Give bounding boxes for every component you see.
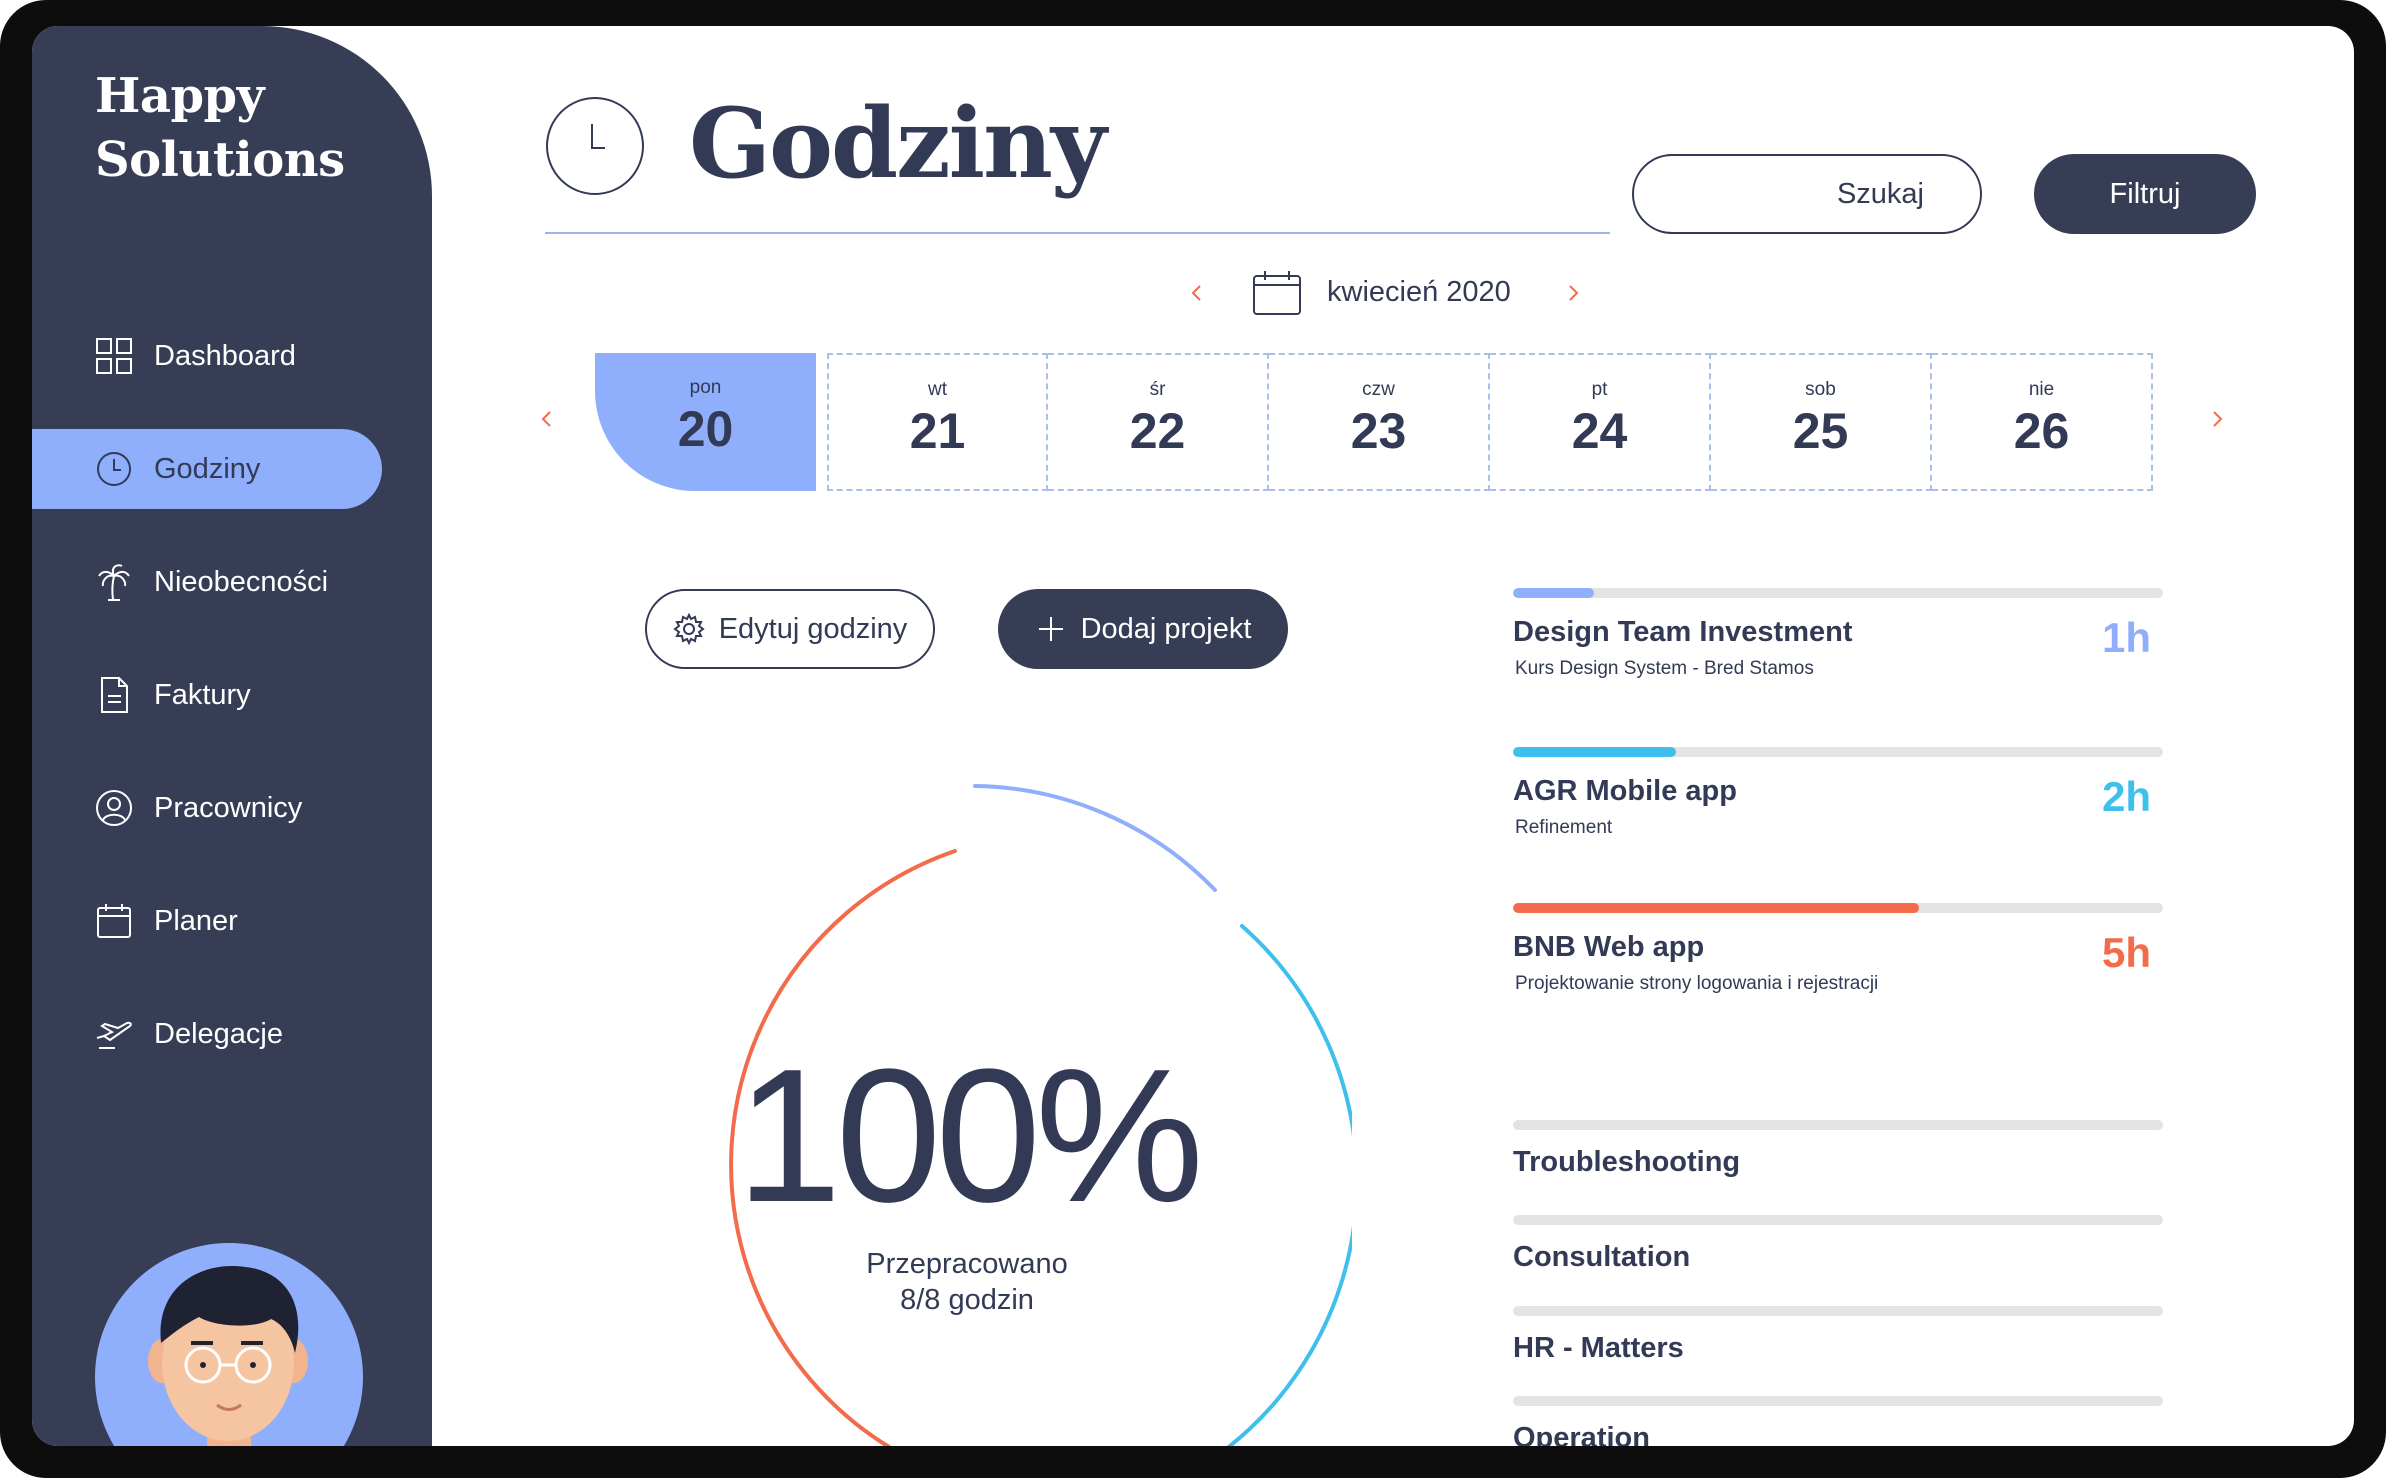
project-name: Design Team Investment xyxy=(1513,616,1853,648)
day-number: 20 xyxy=(677,401,734,457)
app-screen: Happy Solutions Dashboard Godziny Nieobe… xyxy=(32,26,2354,1446)
project-description: Refinement xyxy=(1515,817,1613,838)
day-name: śr xyxy=(1149,379,1166,400)
search-input[interactable]: Szukaj xyxy=(1632,154,1982,234)
device-frame: Happy Solutions Dashboard Godziny Nieobe… xyxy=(0,0,2386,1478)
document-icon xyxy=(94,675,134,715)
brand-logo[interactable]: Happy Solutions xyxy=(95,64,345,192)
task-name: Operation xyxy=(1513,1422,1650,1446)
sidebar-item-label: Delegacje xyxy=(154,1017,283,1050)
add-project-label: Dodaj projekt xyxy=(1080,612,1252,645)
worked-summary: Przepracowano 8/8 godzin xyxy=(772,1246,1162,1318)
project-hours: 1h xyxy=(2101,614,2151,661)
sidebar-item-pracownicy[interactable]: Pracownicy xyxy=(32,768,382,848)
clock-icon xyxy=(94,449,134,489)
gear-icon xyxy=(673,613,705,645)
day-name: wt xyxy=(928,379,947,400)
project-hours: 5h xyxy=(2101,929,2151,976)
day-name: sob xyxy=(1805,379,1836,400)
day-name: pt xyxy=(1591,379,1608,400)
sidebar-item-planer[interactable]: Planer xyxy=(32,881,382,961)
ring-segment-design xyxy=(973,784,1217,892)
day-number: 25 xyxy=(1792,403,1849,459)
add-project-button[interactable]: Dodaj projekt xyxy=(998,589,1288,669)
task-progress-track xyxy=(1513,1215,2163,1225)
project-progress-fill xyxy=(1513,588,1595,598)
palm-tree-icon xyxy=(94,562,134,602)
sidebar-item-nieobecnosci[interactable]: Nieobecności xyxy=(32,542,382,622)
project-name: BNB Web app xyxy=(1513,931,1705,963)
sidebar-item-faktury[interactable]: Faktury xyxy=(32,655,382,735)
brand-line-2: Solutions xyxy=(95,132,345,188)
edit-hours-button[interactable]: Edytuj godziny xyxy=(645,589,935,669)
brand-line-1: Happy xyxy=(95,68,264,124)
task-progress-track xyxy=(1513,1396,2163,1406)
airplane-icon xyxy=(94,1014,134,1054)
title-divider xyxy=(545,232,1610,234)
month-next-chevron-icon[interactable] xyxy=(1558,278,1588,308)
project-progress-track xyxy=(1513,903,2163,913)
sidebar-item-label: Pracownicy xyxy=(154,791,303,824)
month-label[interactable]: kwiecień 2020 xyxy=(1327,272,1511,312)
project-progress-track xyxy=(1513,747,2163,757)
week-prev-chevron-icon[interactable] xyxy=(532,404,562,434)
page-title: Godziny xyxy=(689,87,1107,200)
task-name: HR - Matters xyxy=(1513,1332,1684,1364)
calendar-icon xyxy=(94,901,134,941)
sidebar-item-label: Godziny xyxy=(154,452,261,485)
sidebar-item-label: Dashboard xyxy=(154,339,296,372)
filter-button[interactable]: Filtruj xyxy=(2034,154,2256,234)
project-progress-track xyxy=(1513,588,2163,598)
sidebar: Happy Solutions Dashboard Godziny Nieobe… xyxy=(32,26,432,1446)
day-number: 26 xyxy=(2013,403,2070,459)
day-number: 24 xyxy=(1571,403,1628,459)
project-name: AGR Mobile app xyxy=(1513,775,1737,807)
day-cell[interactable]: pt 24 xyxy=(1490,353,1711,491)
worked-hours: 8/8 godzin xyxy=(900,1284,1034,1316)
calendar-icon[interactable] xyxy=(1252,270,1302,316)
day-number: 23 xyxy=(1350,403,1407,459)
project-description: Projektowanie strony logowania i rejestr… xyxy=(1515,973,1879,994)
sidebar-item-label: Planer xyxy=(154,904,238,937)
project-hours: 2h xyxy=(2101,773,2151,820)
grid-icon xyxy=(94,336,134,376)
day-name: czw xyxy=(1362,379,1395,400)
percent-worked: 100% xyxy=(736,1030,1204,1242)
worked-label: Przepracowano xyxy=(866,1248,1068,1280)
task-progress-track xyxy=(1513,1306,2163,1316)
day-name: nie xyxy=(2028,379,2055,400)
project-description: Kurs Design System - Bred Stamos xyxy=(1515,658,1814,679)
user-circle-icon xyxy=(94,788,134,828)
search-label: Szukaj xyxy=(1836,177,1924,210)
sidebar-item-label: Nieobecności xyxy=(154,565,329,598)
day-cell[interactable]: wt 21 xyxy=(827,353,1048,491)
sidebar-item-delegacje[interactable]: Delegacje xyxy=(32,994,382,1074)
project-progress-fill xyxy=(1513,747,1676,757)
sidebar-item-label: Faktury xyxy=(154,678,251,711)
task-progress-track xyxy=(1513,1120,2163,1130)
sidebar-item-dashboard[interactable]: Dashboard xyxy=(32,316,382,396)
day-cell[interactable]: śr 22 xyxy=(1048,353,1269,491)
task-name: Consultation xyxy=(1513,1241,1691,1273)
day-number: 21 xyxy=(909,403,966,459)
day-cell[interactable]: nie 26 xyxy=(1932,353,2153,491)
plus-icon xyxy=(1035,613,1067,645)
week-next-chevron-icon[interactable] xyxy=(2202,404,2232,434)
day-cell[interactable]: sob 25 xyxy=(1711,353,1932,491)
task-name: Troubleshooting xyxy=(1513,1146,1741,1178)
sidebar-item-godziny[interactable]: Godziny xyxy=(32,429,382,509)
project-progress-fill xyxy=(1513,903,1920,913)
avatar[interactable] xyxy=(95,1243,363,1446)
edit-hours-label: Edytuj godziny xyxy=(718,612,908,645)
header-clock-icon xyxy=(545,96,645,196)
month-prev-chevron-icon[interactable] xyxy=(1182,278,1212,308)
day-cell[interactable]: pon 20 xyxy=(595,353,816,491)
sidebar-nav: Dashboard Godziny Nieobecności Faktury P… xyxy=(32,316,432,1107)
day-number: 22 xyxy=(1129,403,1186,459)
day-name: pon xyxy=(689,377,722,398)
day-cell[interactable]: czw 23 xyxy=(1269,353,1490,491)
